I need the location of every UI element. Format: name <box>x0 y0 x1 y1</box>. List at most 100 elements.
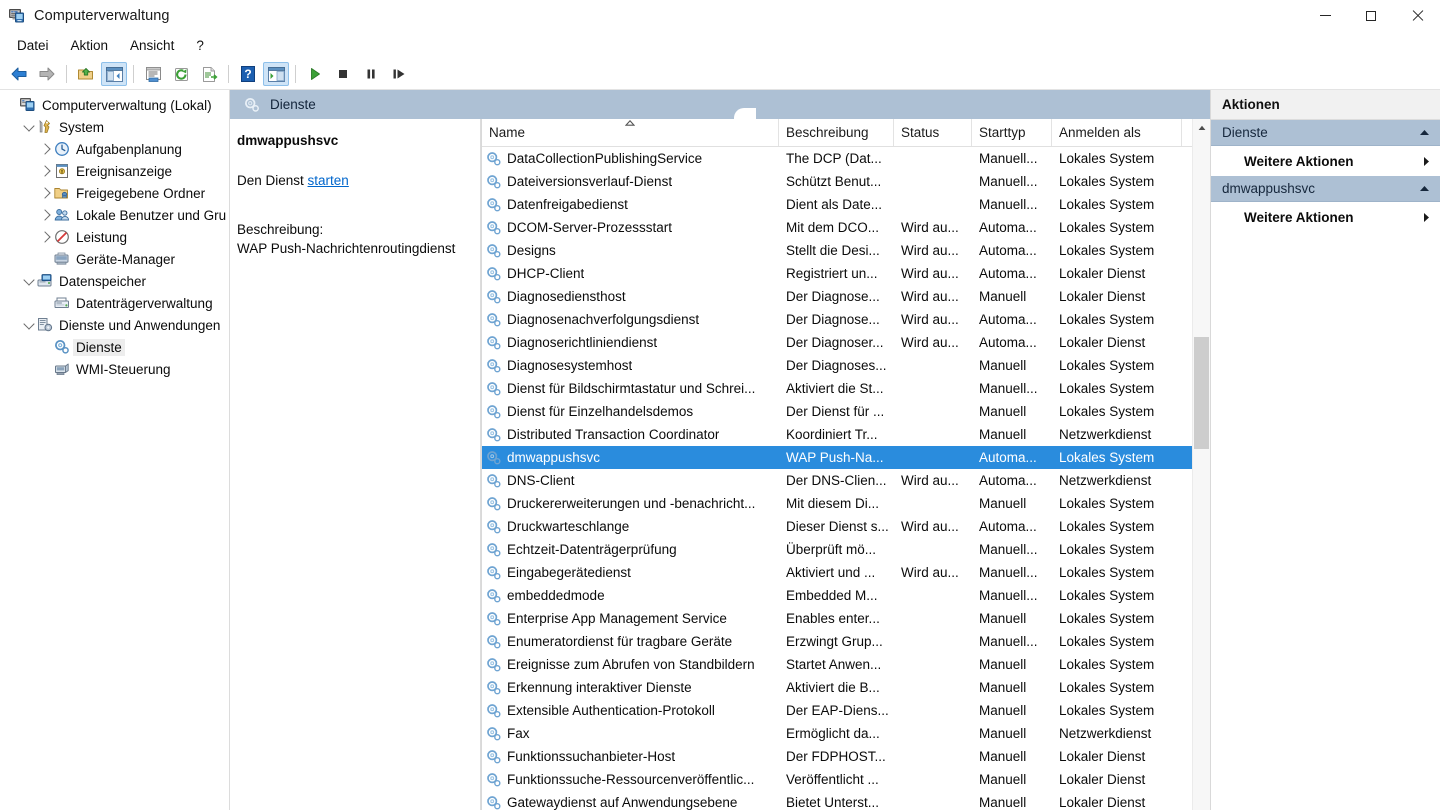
service-starttype-cell: Automa... <box>979 220 1037 235</box>
chevron-right-icon[interactable] <box>38 165 54 177</box>
start-service-link[interactable]: starten <box>308 173 349 188</box>
service-row[interactable]: Druckererweiterungen und -benachricht...… <box>482 492 1210 515</box>
back-button[interactable] <box>6 62 32 86</box>
column-header-label: Status <box>901 125 940 140</box>
tree-node-datentr-gerverwaltung[interactable]: Datenträgerverwaltung <box>0 292 229 314</box>
chevron-right-icon[interactable] <box>38 143 54 155</box>
service-row[interactable]: Diagnosesystemhost Der Diagnoses... Manuel… <box>482 354 1210 377</box>
service-row[interactable]: Ereignisse zum Abrufen von Standbildern S… <box>482 653 1210 676</box>
service-row[interactable]: Dienst für Einzelhandelsdemos Der Dienst … <box>482 400 1210 423</box>
column-header-name[interactable]: Name <box>482 119 779 146</box>
chevron-down-icon[interactable] <box>21 317 37 331</box>
service-gear-icon <box>486 404 502 420</box>
chevron-right-icon[interactable] <box>38 231 54 243</box>
scrollbar-thumb[interactable] <box>1194 337 1209 449</box>
pause-service-button[interactable] <box>358 62 384 86</box>
chevron-right-icon[interactable] <box>38 187 54 199</box>
column-header-anmelden-als[interactable]: Anmelden als <box>1052 119 1182 146</box>
column-header-starttyp[interactable]: Starttyp <box>972 119 1052 146</box>
maximize-button[interactable] <box>1348 0 1394 31</box>
chevron-up-icon[interactable] <box>1419 185 1430 192</box>
stop-service-icon <box>336 67 350 81</box>
tree-node-ereignisanzeige[interactable]: Ereignisanzeige <box>0 160 229 182</box>
service-row[interactable]: Erkennung interaktiver Dienste Aktiviert … <box>482 676 1210 699</box>
forward-button[interactable] <box>34 62 60 86</box>
tree-node-leistung[interactable]: Leistung <box>0 226 229 248</box>
tree-node-wmi-steuerung[interactable]: WMI-Steuerung <box>0 358 229 380</box>
tree-node-freigegebene-ordner[interactable]: Freigegebene Ordner <box>0 182 229 204</box>
column-header-status[interactable]: Status <box>894 119 972 146</box>
service-logon-cell: Lokaler Dienst <box>1059 266 1146 281</box>
service-row[interactable]: DCOM-Server-Prozessstart Mit dem DCO... Wi… <box>482 216 1210 239</box>
service-row[interactable]: embeddedmode Embedded M... Manuell... Lokal… <box>482 584 1210 607</box>
service-row[interactable]: Funktionssuche-Ressourcenveröffentlic...… <box>482 768 1210 791</box>
service-status-cell: Wird au... <box>901 266 959 281</box>
actions-group-header[interactable]: Dienste <box>1211 120 1440 146</box>
service-row[interactable]: Designs Stellt die Desi... Wird au... Autom… <box>482 239 1210 262</box>
service-description-cell: Bietet Unterst... <box>786 795 880 810</box>
menu-aktion[interactable]: Aktion <box>60 35 120 56</box>
actions-group-header[interactable]: dmwappushsvc <box>1211 176 1440 202</box>
help-button[interactable]: ? <box>235 62 261 86</box>
chevron-down-icon[interactable] <box>21 273 37 287</box>
service-row[interactable]: Enterprise App Management Service Enables… <box>482 607 1210 630</box>
scroll-up-button[interactable] <box>1193 119 1210 136</box>
service-row[interactable]: Gatewaydienst auf Anwendungsebene Bietet … <box>482 791 1210 810</box>
service-row[interactable]: Funktionssuchanbieter-Host Der FDPHOST...… <box>482 745 1210 768</box>
service-row[interactable]: DataCollectionPublishingService The DCP (… <box>482 147 1210 170</box>
menu-datei[interactable]: Datei <box>6 35 60 56</box>
service-row[interactable]: Diagnosenachverfolgungsdienst Der Diagnos… <box>482 308 1210 331</box>
service-row[interactable]: dmwappushsvc WAP Push-Na... Automa... Lokal… <box>482 446 1210 469</box>
up-folder-button[interactable] <box>73 62 99 86</box>
service-row[interactable]: Enumeratordienst für tragbare Geräte Erzw… <box>482 630 1210 653</box>
restart-service-button[interactable] <box>386 62 412 86</box>
service-row[interactable]: Eingabegerätedienst Aktiviert und ... Wird… <box>482 561 1210 584</box>
service-logon-cell: Lokales System <box>1059 703 1155 718</box>
start-service-button[interactable] <box>302 62 328 86</box>
show-hide-action-pane-button[interactable] <box>263 62 289 86</box>
tree-node-lokale-benutzer-und-gru[interactable]: Lokale Benutzer und Gru <box>0 204 229 226</box>
service-row[interactable]: Diagnoserichtliniendienst Der Diagnoser..… <box>482 331 1210 354</box>
service-row[interactable]: Diagnosediensthost Der Diagnose... Wird au… <box>482 285 1210 308</box>
service-gear-icon <box>486 358 502 374</box>
service-row[interactable]: Fax Ermöglicht da... Manuell Netzwerkdienst <box>482 722 1210 745</box>
export-list-button[interactable] <box>196 62 222 86</box>
menu-ansicht[interactable]: Ansicht <box>119 35 185 56</box>
service-row[interactable]: DNS-Client Der DNS-Clien... Wird au... Auto… <box>482 469 1210 492</box>
service-starttype-cell: Manuell <box>979 358 1027 373</box>
tree-node-datenspeicher[interactable]: Datenspeicher <box>0 270 229 292</box>
stop-service-button[interactable] <box>330 62 356 86</box>
service-row[interactable]: Datenfreigabedienst Dient als Date... Manu… <box>482 193 1210 216</box>
close-icon <box>1411 10 1423 22</box>
service-row[interactable]: Dienst für Bildschirmtastatur und Schrei… <box>482 377 1210 400</box>
service-description-cell: Registriert un... <box>786 266 878 281</box>
service-gear-icon <box>486 565 502 581</box>
service-row[interactable]: Echtzeit-Datenträgerprüfung Überprüft mö.… <box>482 538 1210 561</box>
service-row[interactable]: DHCP-Client Registriert un... Wird au... Au… <box>482 262 1210 285</box>
minimize-button[interactable] <box>1302 0 1348 31</box>
chevron-up-icon[interactable] <box>1419 129 1430 136</box>
service-row[interactable]: Druckwarteschlange Dieser Dienst s... Wird… <box>482 515 1210 538</box>
tree-node-system[interactable]: System <box>0 116 229 138</box>
service-logon-cell: Lokales System <box>1059 243 1155 258</box>
service-row[interactable]: Extensible Authentication-Protokoll Der E… <box>482 699 1210 722</box>
chevron-right-icon[interactable] <box>38 209 54 221</box>
action-item-weitere-aktionen[interactable]: Weitere Aktionen <box>1211 146 1440 176</box>
menu-hilfe[interactable]: ? <box>185 35 215 56</box>
service-row[interactable]: Dateiversionsverlauf-Dienst Schützt Benut… <box>482 170 1210 193</box>
tree-node-aufgabenplanung[interactable]: Aufgabenplanung <box>0 138 229 160</box>
close-button[interactable] <box>1394 0 1440 31</box>
properties-button[interactable] <box>140 62 166 86</box>
column-header-beschreibung[interactable]: Beschreibung <box>779 119 894 146</box>
tree-node-ger-te-manager[interactable]: Geräte-Manager <box>0 248 229 270</box>
tree-node-dienste-und-anwendungen[interactable]: Dienste und Anwendungen <box>0 314 229 336</box>
service-status-cell: Wird au... <box>901 519 959 534</box>
vertical-scrollbar[interactable] <box>1192 119 1210 810</box>
action-item-weitere-aktionen[interactable]: Weitere Aktionen <box>1211 202 1440 232</box>
service-row[interactable]: Distributed Transaction Coordinator Koord… <box>482 423 1210 446</box>
tree-node-computerverwaltung-lokal[interactable]: Computerverwaltung (Lokal) <box>0 94 229 116</box>
chevron-down-icon[interactable] <box>21 119 37 133</box>
refresh-button[interactable] <box>168 62 194 86</box>
tree-node-dienste[interactable]: Dienste <box>0 336 229 358</box>
show-hide-console-tree-button[interactable] <box>101 62 127 86</box>
